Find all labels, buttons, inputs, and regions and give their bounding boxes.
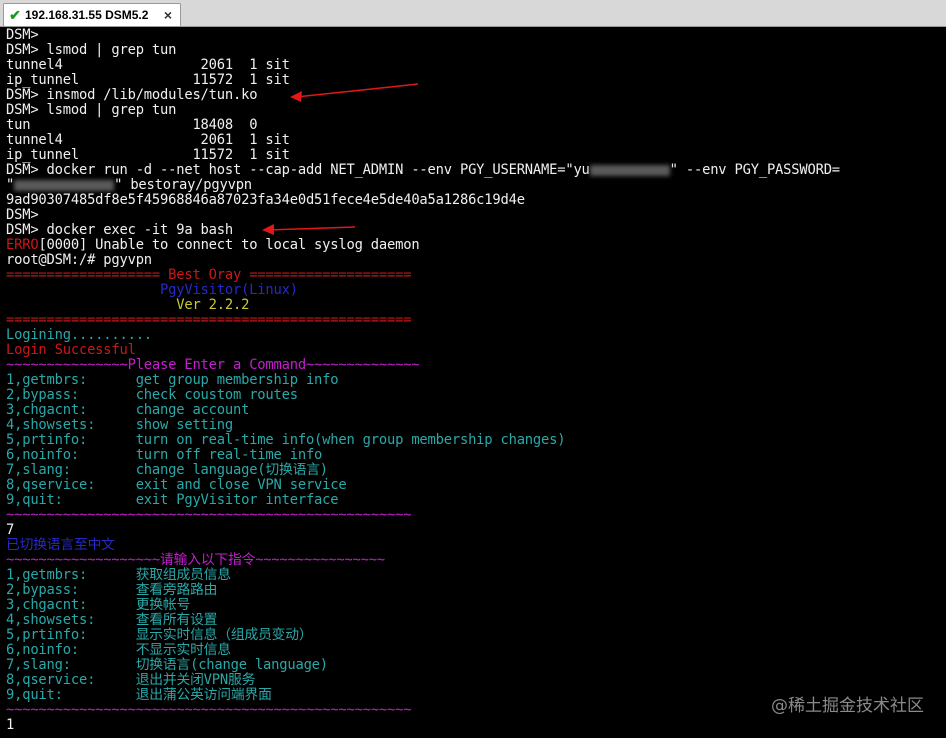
- terminal-line: DSM> docker run -d --net host --cap-add …: [6, 163, 840, 178]
- menu-item: 3,chgacnt: change account: [6, 402, 250, 418]
- command-text: ": [6, 177, 15, 193]
- menu-item: 9,quit: 退出蒲公英访问端界面: [6, 687, 272, 703]
- terminal-line: ip_tunnel 11572 1 sit: [6, 147, 290, 163]
- error-text: [0000] Unable to connect to local syslog…: [38, 237, 420, 253]
- menu-item: 7,slang: change language(切换语言): [6, 462, 328, 478]
- redacted-password: [14, 179, 115, 191]
- banner-line: =================== Best Oray ==========…: [6, 267, 412, 283]
- terminal-line: root@DSM:/# pgyvpn: [6, 252, 152, 268]
- terminal-line: DSM> docker exec -it 9a bash: [6, 222, 233, 238]
- status-line: Login Successful: [6, 342, 136, 358]
- terminal-line: DSM>: [6, 28, 39, 43]
- command-text: " --env PGY_PASSWORD=: [669, 162, 840, 178]
- terminal-line: 7: [6, 522, 15, 538]
- terminal-line: ERRO[0000] Unable to connect to local sy…: [6, 237, 420, 253]
- tab-session[interactable]: ✔ 192.168.31.55 DSM5.2 ×: [3, 3, 181, 26]
- watermark: @稀土掘金技术社区: [771, 696, 924, 716]
- menu-item: 3,chgacnt: 更换帐号: [6, 597, 191, 613]
- menu-footer: ~~~~~~~~~~~~~~~~~~~~~~~~~~~~~~~~~~~~~~~~…: [6, 507, 412, 523]
- status-line: Logining..........: [6, 327, 152, 343]
- menu-item: 2,bypass: check coustom routes: [6, 387, 298, 403]
- terminal-line: DSM> insmod /lib/modules/tun.ko: [6, 87, 258, 103]
- menu-item: 5,prtinfo: turn on real-time info(when g…: [6, 432, 566, 448]
- terminal-line: DSM> lsmod | grep tun: [6, 102, 177, 118]
- menu-header: ~~~~~~~~~~~~~~~~~~~请输入以下指令~~~~~~~~~~~~~~…: [6, 552, 385, 568]
- menu-item: 1,getmbrs: 获取组成员信息: [6, 567, 231, 583]
- menu-header: ~~~~~~~~~~~~~~~Please Enter a Command~~~…: [6, 357, 420, 373]
- error-tag: ERRO: [6, 237, 39, 253]
- terminal-line: tunnel4 2061 1 sit: [6, 132, 290, 148]
- terminal-line: ip_tunnel 11572 1 sit: [6, 72, 290, 88]
- command-text: 1: [6, 717, 15, 733]
- menu-item: 1,getmbrs: get group membership info: [6, 372, 339, 388]
- tab-title: 192.168.31.55 DSM5.2: [25, 8, 149, 22]
- terminal-line: " " bestoray/pgyvpn: [6, 178, 252, 193]
- terminal-input-line[interactable]: 1: [6, 718, 14, 733]
- menu-item: 8,qservice: exit and close VPN service: [6, 477, 347, 493]
- banner-line: ========================================…: [6, 312, 412, 328]
- menu-item: 6,noinfo: 不显示实时信息: [6, 642, 231, 658]
- menu-item: 6,noinfo: turn off real-time info: [6, 447, 323, 463]
- menu-item: 9,quit: exit PgyVisitor interface: [6, 492, 339, 508]
- command-text: DSM> docker run -d --net host --cap-add …: [6, 162, 590, 178]
- menu-item: 2,bypass: 查看旁路路由: [6, 582, 218, 598]
- menu-item: 5,prtinfo: 显示实时信息（组成员变动）: [6, 627, 313, 643]
- terminal-output[interactable]: DSM> DSM> lsmod | grep tun tunnel4 2061 …: [3, 28, 943, 735]
- banner-line: PgyVisitor(Linux): [6, 282, 298, 298]
- command-text: " bestoray/pgyvpn: [114, 177, 252, 193]
- banner-line: Ver 2.2.2: [6, 297, 250, 313]
- terminal-line: 9ad90307485df8e5f45968846a87023fa34e0d51…: [6, 192, 525, 208]
- menu-item: 4,showsets: 查看所有设置: [6, 612, 218, 628]
- terminal-line: tun 18408 0: [6, 117, 258, 133]
- terminal-line: tunnel4 2061 1 sit: [6, 57, 290, 73]
- menu-item: 4,showsets: show setting: [6, 417, 233, 433]
- terminal-line: DSM>: [6, 207, 39, 223]
- menu-item: 7,slang: 切换语言(change language): [6, 657, 328, 673]
- terminal-line: DSM> lsmod | grep tun: [6, 42, 177, 58]
- tab-bar: ✔ 192.168.31.55 DSM5.2 ×: [0, 0, 946, 27]
- menu-footer: ~~~~~~~~~~~~~~~~~~~~~~~~~~~~~~~~~~~~~~~~…: [6, 702, 412, 718]
- close-icon[interactable]: ×: [160, 7, 176, 23]
- menu-item: 8,qservice: 退出并关闭VPN服务: [6, 672, 256, 688]
- redacted-username: [589, 164, 670, 176]
- connected-check-icon: ✔: [9, 6, 21, 23]
- status-line: 已切换语言至中文: [6, 537, 115, 553]
